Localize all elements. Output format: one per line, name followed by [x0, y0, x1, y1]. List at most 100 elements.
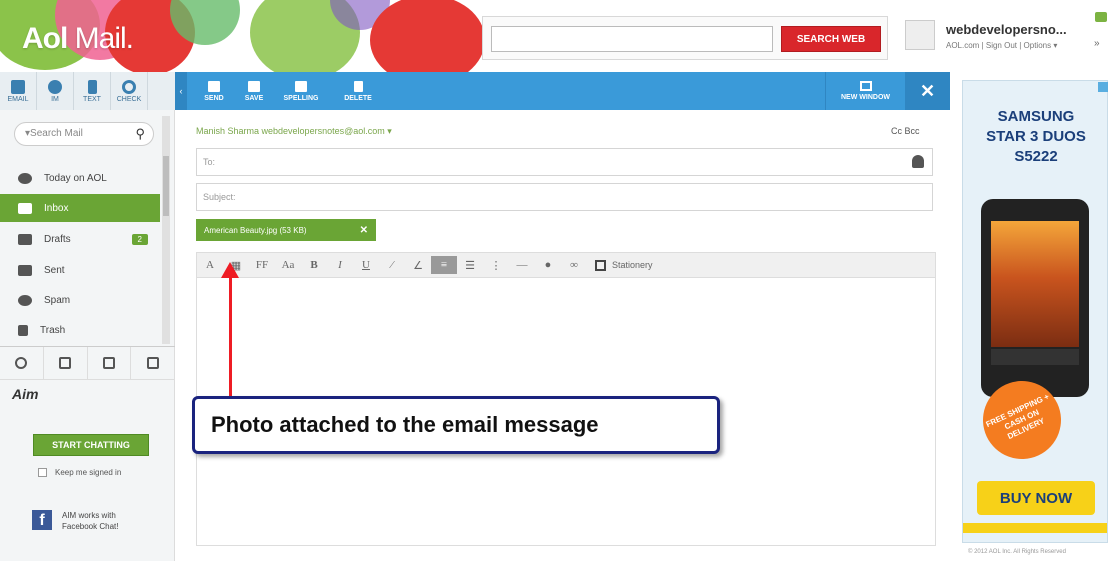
trash-icon	[18, 324, 28, 336]
phone-dock	[991, 349, 1079, 365]
contact-picker-icon[interactable]	[912, 155, 924, 168]
emoticon-icon[interactable]: ●	[535, 259, 561, 271]
folder-drafts[interactable]: Drafts 2	[0, 225, 160, 253]
checkbox-icon[interactable]	[38, 468, 47, 477]
remove-attachment-icon[interactable]: ✕	[360, 225, 368, 236]
folder-today-on-aol[interactable]: Today on AOL	[0, 164, 160, 192]
stationery-button[interactable]: Stationery	[595, 259, 653, 271]
new-window-button[interactable]: NEW WINDOW	[825, 72, 905, 110]
collapse-sidebar-icon[interactable]: ‹	[175, 72, 187, 110]
folder-label: Today on AOL	[44, 172, 107, 184]
keep-signed-in-checkbox[interactable]: Keep me signed in	[38, 468, 121, 477]
spelling-button[interactable]: SPELLING	[275, 72, 327, 110]
search-mail-placeholder: ▾Search Mail	[25, 128, 83, 139]
save-icon	[248, 80, 260, 92]
logo-product: Mail.	[74, 22, 134, 55]
text-color-icon[interactable]: ∠	[405, 259, 431, 272]
chat-bubble-icon[interactable]	[1095, 12, 1107, 22]
indent-icon[interactable]: ⋮	[483, 259, 509, 272]
italic-icon[interactable]: I	[327, 259, 353, 271]
ad-brand-line: SAMSUNG	[997, 108, 1075, 125]
bullet-list-icon[interactable]: ☰	[457, 259, 483, 272]
font-size-icon[interactable]: Aa	[275, 259, 301, 271]
ad-brand-line: S5222	[1014, 148, 1058, 165]
im-button[interactable]: IM	[37, 72, 74, 110]
chevron-right-icon[interactable]: »	[1094, 38, 1100, 49]
formatting-toolbar: A ▦ FF Aa B I U ⁄ ∠ ≡ ☰ ⋮ — ● ∞ Statione…	[196, 252, 936, 278]
decor-blob	[370, 0, 485, 72]
text-button[interactable]: TEXT	[74, 72, 111, 110]
send-button[interactable]: SEND	[195, 72, 233, 110]
new-window-label: NEW WINDOW	[841, 94, 890, 101]
folder-label: Inbox	[44, 202, 69, 214]
chat-icon	[48, 79, 62, 94]
drafts-count-badge: 2	[131, 233, 148, 245]
to-field[interactable]: To:	[196, 148, 933, 176]
horizontal-rule-icon[interactable]: —	[509, 259, 535, 271]
from-selector[interactable]: Manish Sharma webdevelopersnotes@aol.com…	[196, 126, 392, 137]
folder-label: Sent	[44, 264, 65, 276]
scrollbar-thumb[interactable]	[163, 156, 169, 216]
aol-mail-logo[interactable]: Aol Mail.	[22, 22, 134, 56]
web-search-input[interactable]	[491, 26, 773, 52]
bold-icon[interactable]: B	[301, 259, 327, 271]
web-search-box: SEARCH WEB	[482, 16, 888, 60]
new-window-icon	[859, 81, 872, 91]
contact-card-icon	[59, 357, 72, 369]
cc-bcc-links[interactable]: Cc Bcc	[891, 126, 920, 136]
account-links[interactable]: AOL.com | Sign Out | Options ▾	[946, 41, 1057, 50]
folder-sent[interactable]: Sent	[0, 256, 160, 284]
spelling-label: SPELLING	[283, 94, 319, 102]
email-button[interactable]: EMAIL	[0, 72, 37, 110]
tab-notes[interactable]	[131, 347, 175, 379]
avatar[interactable]	[905, 20, 935, 50]
link-icon[interactable]: ∞	[561, 259, 587, 271]
copyright-text: © 2012 AOL Inc. All Rights Reserved	[968, 549, 1066, 555]
folder-scrollbar[interactable]	[162, 116, 170, 344]
highlight-icon[interactable]: ⁄	[379, 259, 405, 271]
attachment-chip[interactable]: American Beauty.jpg (53 KB) ✕	[196, 219, 376, 241]
folder-spam[interactable]: Spam	[0, 286, 160, 314]
spam-icon	[18, 294, 32, 306]
phone-image	[981, 199, 1089, 397]
phone-icon	[87, 79, 97, 94]
font-family-icon[interactable]: FF	[249, 259, 275, 271]
buy-now-button[interactable]: BUY NOW	[977, 481, 1095, 515]
header: Aol Mail. SEARCH WEB webdevelopersno... …	[0, 0, 1109, 72]
check-button[interactable]: CHECK	[111, 72, 148, 110]
tab-contacts[interactable]	[0, 347, 44, 379]
drafts-icon	[18, 233, 32, 245]
tab-calendar[interactable]	[88, 347, 132, 379]
check-button-label: CHECK	[116, 95, 142, 103]
samsung-ad[interactable]: SAMSUNG STAR 3 DUOS S5222 FREE SHIPPING …	[962, 80, 1108, 543]
annotation-arrow-line	[229, 275, 232, 398]
folder-trash[interactable]: Trash	[0, 316, 160, 344]
search-web-button[interactable]: SEARCH WEB	[781, 26, 881, 52]
aim-logo: Aim	[12, 386, 39, 402]
sidebar-tabs	[0, 346, 175, 380]
align-left-icon[interactable]: ≡	[431, 256, 457, 274]
email-button-label: EMAIL	[7, 95, 29, 103]
delete-label: DELETE	[344, 94, 372, 102]
subject-field[interactable]: Subject:	[196, 183, 933, 211]
search-mail-input[interactable]: ▾Search Mail ⚲	[14, 122, 154, 146]
delete-button[interactable]: DELETE	[333, 72, 383, 110]
compose-form: Manish Sharma webdevelopersnotes@aol.com…	[175, 110, 950, 561]
ad-stripe	[963, 523, 1107, 533]
attachment-name: American Beauty.jpg (53 KB)	[204, 225, 307, 235]
calendar-icon	[102, 357, 115, 369]
close-icon[interactable]: ✕	[905, 72, 950, 110]
stationery-icon	[595, 259, 606, 271]
start-chatting-button[interactable]: START CHATTING	[33, 434, 149, 456]
search-icon[interactable]: ⚲	[135, 126, 145, 142]
font-color-icon[interactable]: A	[197, 259, 223, 271]
toolbar-spacer	[148, 72, 175, 110]
tab-address-book[interactable]	[44, 347, 88, 379]
save-button[interactable]: SAVE	[235, 72, 273, 110]
underline-icon[interactable]: U	[353, 259, 379, 271]
aol-mail-window: Aol Mail. SEARCH WEB webdevelopersno... …	[0, 0, 1109, 561]
folder-inbox[interactable]: Inbox	[0, 194, 160, 222]
compose-icon	[11, 79, 25, 94]
ad-choices-icon[interactable]	[1098, 82, 1108, 92]
user-name[interactable]: webdevelopersno...	[946, 22, 1067, 37]
